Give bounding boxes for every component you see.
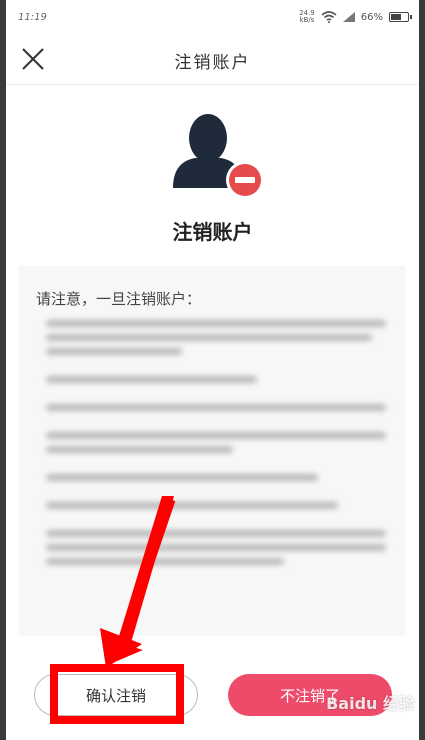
phone-screen: 11:19 24.9 kB/s 66% 注销账户 注销账户 请注意，一旦注销账户…: [6, 0, 419, 740]
status-bar: 11:19 24.9 kB/s 66%: [6, 0, 419, 34]
status-time: 11:19: [18, 12, 47, 23]
notice-title: 请注意，一旦注销账户：: [36, 290, 202, 308]
wifi-icon: [321, 11, 337, 23]
page-title: 注销账户: [172, 220, 253, 244]
user-remove-icon: [173, 114, 264, 199]
network-speed: 24.9 kB/s: [299, 10, 315, 24]
top-bar: 注销账户: [6, 34, 419, 85]
status-right: 24.9 kB/s 66%: [299, 10, 412, 24]
notice-panel: 请注意，一旦注销账户：: [18, 266, 406, 636]
network-speed-unit: kB/s: [299, 16, 315, 24]
battery-fill: [391, 14, 401, 20]
notice-text-blurred: [46, 320, 386, 572]
battery-percent: 66%: [360, 11, 383, 23]
header-title: 注销账户: [174, 53, 251, 73]
signal-icon: [342, 12, 355, 22]
watermark: Baidu 经验: [326, 694, 415, 713]
highlight-box: [50, 664, 184, 724]
battery-icon: [389, 12, 412, 22]
